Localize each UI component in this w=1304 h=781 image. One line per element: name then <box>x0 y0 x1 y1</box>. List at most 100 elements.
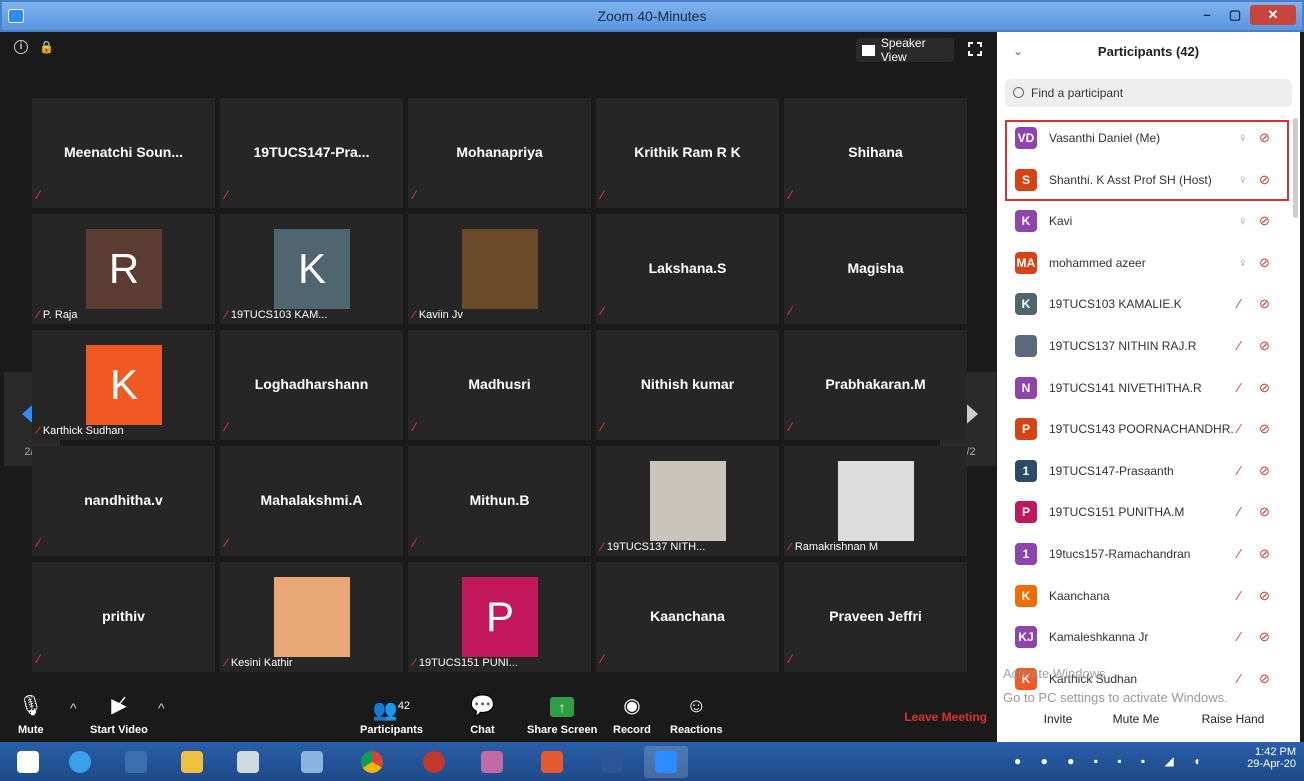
taskbar-explorer[interactable] <box>170 746 214 778</box>
taskbar-acrobat[interactable] <box>530 746 574 778</box>
close-button[interactable]: ✕ <box>1250 5 1296 25</box>
participant-search-input[interactable]: Find a participant <box>1005 79 1292 107</box>
taskbar-calculator[interactable] <box>114 746 158 778</box>
video-tile[interactable]: Shihana ⁄ <box>784 98 967 208</box>
participant-row[interactable]: 1 19tucs157-Ramachandran ⁄ ⊘ <box>1005 534 1289 575</box>
video-tile[interactable]: ⁄ Kesini Kathir <box>220 562 403 672</box>
taskbar-antivirus[interactable] <box>412 746 456 778</box>
video-off-icon[interactable]: ⊘ <box>1259 296 1270 312</box>
video-off-icon[interactable]: ⊘ <box>1259 463 1270 479</box>
muted-mic-icon[interactable]: ⁄ <box>1238 671 1240 686</box>
video-tile[interactable]: Loghadharshann ⁄ <box>220 330 403 440</box>
lock-icon[interactable]: 🔒 <box>39 40 54 54</box>
participant-row[interactable]: K Kaanchana ⁄ ⊘ <box>1005 576 1289 617</box>
video-tile[interactable]: 19TUCS147-Pra... ⁄ <box>220 98 403 208</box>
audio-options-caret-icon[interactable]: ^ <box>70 700 77 716</box>
panel-scrollbar[interactable] <box>1293 118 1298 218</box>
maximize-button[interactable]: ▢ <box>1222 5 1248 25</box>
participant-row[interactable]: P 19TUCS151 PUNITHA.M ⁄ ⊘ <box>1005 492 1289 533</box>
video-off-icon[interactable]: ⊘ <box>1259 213 1270 229</box>
participant-row[interactable]: VD Vasanthi Daniel (Me) ♀ ⊘ <box>1005 118 1289 159</box>
video-tile[interactable]: Magisha ⁄ <box>784 214 967 324</box>
video-tile[interactable]: Meenatchi Soun... ⁄ <box>32 98 215 208</box>
participant-row[interactable]: P 19TUCS143 POORNACHANDHR... ⁄ ⊘ <box>1005 409 1289 450</box>
microphone-icon[interactable]: ♀ <box>1238 172 1248 187</box>
participant-row[interactable]: MA mohammed azeer ♀ ⊘ <box>1005 243 1289 284</box>
video-off-icon[interactable]: ⊘ <box>1259 629 1270 645</box>
raise-hand-button[interactable]: Raise Hand <box>1193 706 1273 732</box>
participant-row[interactable]: S Shanthi. K Asst Prof SH (Host) ♀ ⊘ <box>1005 160 1289 201</box>
taskbar-chrome[interactable] <box>350 746 394 778</box>
video-tile[interactable]: Mithun.B ⁄ <box>408 446 591 556</box>
taskbar-word[interactable] <box>590 746 634 778</box>
clock[interactable]: 1:42 PM 29-Apr-20 <box>1247 746 1296 770</box>
participant-row[interactable]: KJ Kamaleshkanna Jr ⁄ ⊘ <box>1005 617 1289 658</box>
video-off-icon[interactable]: ⊘ <box>1259 546 1270 562</box>
minimize-button[interactable]: – <box>1194 5 1220 25</box>
share-screen-button[interactable]: ↑ Share Screen <box>527 694 597 736</box>
info-icon[interactable]: i <box>14 40 28 54</box>
participant-row[interactable]: 19TUCS137 NITHIN RAJ.R ⁄ ⊘ <box>1005 326 1289 367</box>
leave-meeting-button[interactable]: Leave Meeting <box>904 710 987 724</box>
system-tray[interactable]: ● ● ● ▪ ▪ ▪ ◢ ◖ <box>1014 754 1208 768</box>
participant-row[interactable]: K Kavi ♀ ⊘ <box>1005 201 1289 242</box>
video-off-icon[interactable]: ⊘ <box>1259 504 1270 520</box>
video-tile[interactable]: Mohanapriya ⁄ <box>408 98 591 208</box>
taskbar-snip[interactable] <box>470 746 514 778</box>
video-tile[interactable]: prithiv ⁄ <box>32 562 215 672</box>
video-off-icon[interactable]: ⊘ <box>1259 421 1270 437</box>
taskbar-ie[interactable] <box>58 746 102 778</box>
video-off-icon[interactable]: ⊘ <box>1259 671 1270 687</box>
video-off-icon[interactable]: ⊘ <box>1259 380 1270 396</box>
muted-mic-icon[interactable]: ⁄ <box>1238 504 1240 519</box>
video-options-caret-icon[interactable]: ^ <box>158 700 165 716</box>
video-tile[interactable]: Krithik Ram R K ⁄ <box>596 98 779 208</box>
muted-mic-icon[interactable]: ⁄ <box>1238 629 1240 644</box>
video-tile[interactable]: ⁄ Ramakrishnan M <box>784 446 967 556</box>
reactions-button[interactable]: ☺ Reactions <box>670 694 723 736</box>
video-off-icon[interactable]: ⊘ <box>1259 130 1270 146</box>
chat-button[interactable]: 💬 Chat <box>470 694 495 736</box>
speaker-view-button[interactable]: Speaker View <box>856 36 954 64</box>
muted-mic-icon[interactable]: ⁄ <box>1238 588 1240 603</box>
invite-button[interactable]: Invite <box>1033 706 1083 732</box>
video-tile[interactable]: Kaanchana ⁄ <box>596 562 779 672</box>
start-button[interactable] <box>6 746 50 778</box>
muted-mic-icon[interactable]: ⁄ <box>1238 296 1240 311</box>
participants-button[interactable]: 👥42 Participants <box>360 694 423 736</box>
video-tile[interactable]: Prabhakaran.M ⁄ <box>784 330 967 440</box>
video-tile[interactable]: Nithish kumar ⁄ <box>596 330 779 440</box>
start-video-button[interactable]: ▶̸ Start Video <box>90 694 148 736</box>
video-off-icon[interactable]: ⊘ <box>1259 588 1270 604</box>
video-tile[interactable]: ⁄ Kaviin Jv <box>408 214 591 324</box>
video-tile[interactable]: ⁄ 19TUCS137 NITH... <box>596 446 779 556</box>
muted-mic-icon[interactable]: ⁄ <box>1238 463 1240 478</box>
muted-mic-icon[interactable]: ⁄ <box>1238 546 1240 561</box>
taskbar-paint[interactable] <box>226 746 270 778</box>
video-tile[interactable]: nandhitha.v ⁄ <box>32 446 215 556</box>
video-tile[interactable]: P ⁄ 19TUCS151 PUNI... <box>408 562 591 672</box>
video-tile[interactable]: Lakshana.S ⁄ <box>596 214 779 324</box>
participant-row[interactable]: K 19TUCS103 KAMALIE.K ⁄ ⊘ <box>1005 284 1289 325</box>
microphone-icon[interactable]: ♀ <box>1238 130 1248 145</box>
participant-row[interactable]: N 19TUCS141 NIVETHITHA.R ⁄ ⊘ <box>1005 368 1289 409</box>
mute-me-button[interactable]: Mute Me <box>1101 706 1171 732</box>
record-button[interactable]: ◉ Record <box>613 694 651 736</box>
video-off-icon[interactable]: ⊘ <box>1259 255 1270 271</box>
video-tile[interactable]: Madhusri ⁄ <box>408 330 591 440</box>
taskbar-app[interactable] <box>290 746 334 778</box>
muted-mic-icon[interactable]: ⁄ <box>1238 338 1240 353</box>
video-tile[interactable]: R ⁄ P. Raja <box>32 214 215 324</box>
participant-row[interactable]: 1 19TUCS147-Prasaanth ⁄ ⊘ <box>1005 451 1289 492</box>
video-off-icon[interactable]: ⊘ <box>1259 172 1270 188</box>
video-tile[interactable]: Praveen Jeffri ⁄ <box>784 562 967 672</box>
video-tile[interactable]: K ⁄ 19TUCS103 KAM... <box>220 214 403 324</box>
microphone-icon[interactable]: ♀ <box>1238 213 1248 228</box>
video-tile[interactable]: K ⁄ Karthick Sudhan <box>32 330 215 440</box>
fullscreen-icon[interactable] <box>968 42 982 56</box>
mute-button[interactable]: 🎙 Mute <box>18 694 44 736</box>
video-tile[interactable]: Mahalakshmi.A ⁄ <box>220 446 403 556</box>
muted-mic-icon[interactable]: ⁄ <box>1238 380 1240 395</box>
muted-mic-icon[interactable]: ⁄ <box>1238 421 1240 436</box>
video-off-icon[interactable]: ⊘ <box>1259 338 1270 354</box>
